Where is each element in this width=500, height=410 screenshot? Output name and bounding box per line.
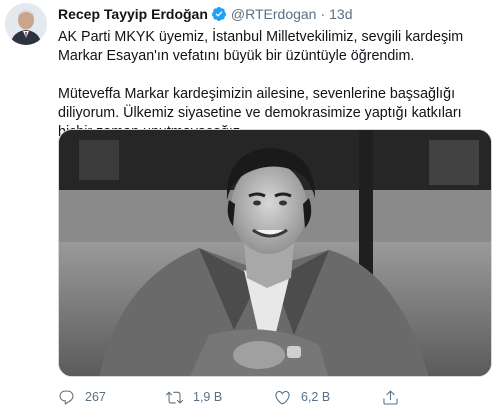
- verified-badge-icon: [211, 6, 227, 22]
- share-icon: [383, 390, 398, 405]
- author-handle[interactable]: @RTErdogan: [231, 6, 317, 22]
- tweet-photo[interactable]: [58, 129, 492, 377]
- retweet-button[interactable]: 1,9 B: [166, 386, 274, 408]
- like-count: 6,2 B: [301, 390, 331, 404]
- tweet-actions: 267 1,9 B 6,2 B: [58, 386, 492, 408]
- retweet-count: 1,9 B: [193, 390, 223, 404]
- like-icon: [275, 390, 290, 404]
- retweet-icon: [166, 391, 183, 403]
- tweet-timestamp[interactable]: 13d: [329, 6, 352, 22]
- reply-count: 267: [85, 390, 106, 404]
- avatar[interactable]: [5, 3, 47, 45]
- tweet-text: AK Parti MKYK üyemiz, İstanbul Milletvek…: [58, 28, 492, 142]
- share-button[interactable]: [382, 386, 422, 408]
- tweet-paragraph: AK Parti MKYK üyemiz, İstanbul Milletvek…: [58, 29, 464, 64]
- reply-button[interactable]: 267: [58, 386, 166, 408]
- tweet-content: Recep Tayyip Erdoğan @RTErdogan · 13d AK…: [58, 4, 492, 405]
- reply-icon: [59, 390, 74, 405]
- separator-dot: ·: [320, 6, 326, 22]
- like-button[interactable]: 6,2 B: [274, 386, 382, 408]
- author-name[interactable]: Recep Tayyip Erdoğan: [58, 6, 208, 22]
- tweet-header: Recep Tayyip Erdoğan @RTErdogan · 13d: [58, 4, 492, 24]
- tweet[interactable]: Recep Tayyip Erdoğan @RTErdogan · 13d AK…: [0, 0, 500, 410]
